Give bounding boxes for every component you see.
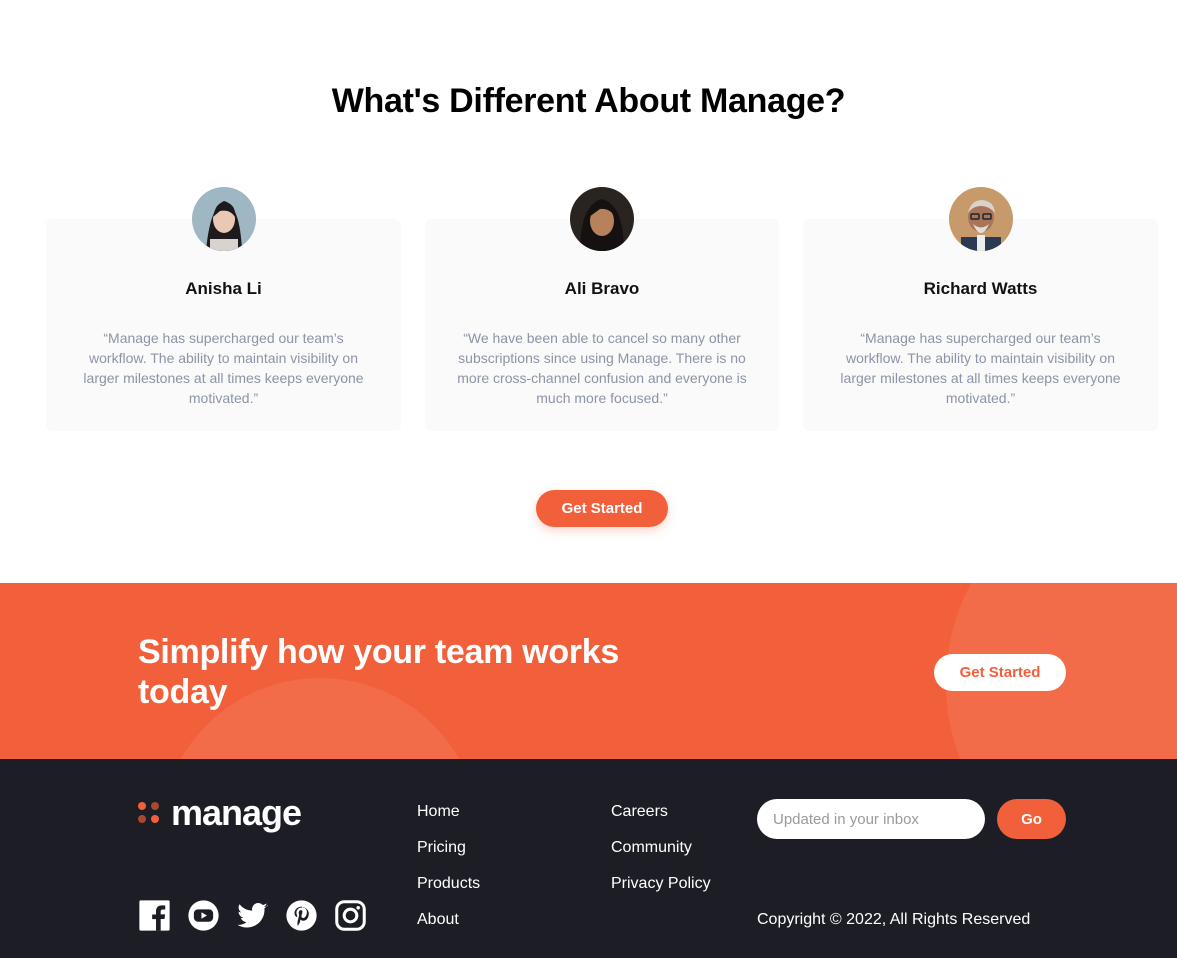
testimonial-name: Anisha Li — [185, 279, 262, 298]
footer-link-products[interactable]: Products — [417, 875, 480, 911]
facebook-icon[interactable] — [138, 899, 171, 932]
cta-get-started-button[interactable]: Get Started — [934, 654, 1066, 691]
testimonial-quote: “Manage has supercharged our team’s work… — [83, 330, 364, 406]
footer-link-about[interactable]: About — [417, 911, 480, 947]
testimonials: Anisha Li “Manage has supercharged our t… — [46, 187, 1158, 431]
cta-banner: Simplify how your team works today Get S… — [0, 583, 1177, 759]
cta-title: Simplify how your team works today — [138, 633, 619, 711]
newsletter-go-button[interactable]: Go — [997, 799, 1066, 839]
footer-link-pricing[interactable]: Pricing — [417, 839, 480, 875]
pinterest-icon[interactable] — [285, 899, 318, 932]
footer-link-privacy-policy[interactable]: Privacy Policy — [611, 875, 711, 911]
logo-mark-icon — [138, 802, 160, 824]
youtube-icon[interactable] — [187, 899, 220, 932]
testimonial-card: Anisha Li “Manage has supercharged our t… — [46, 187, 401, 431]
testimonial-card: Ali Bravo “We have been able to cancel s… — [425, 187, 779, 431]
avatar — [191, 187, 256, 251]
footer-link-community[interactable]: Community — [611, 839, 711, 875]
logo-text: manage — [171, 792, 302, 833]
footer-link-home[interactable]: Home — [417, 803, 480, 839]
avatar — [948, 187, 1013, 251]
testimonial-quote: “Manage has supercharged our team’s work… — [840, 330, 1121, 406]
twitter-icon[interactable] — [236, 899, 269, 932]
testimonial-quote: “We have been able to cancel so many oth… — [457, 330, 747, 406]
testimonial-card: Richard Watts “Manage has supercharged o… — [803, 187, 1158, 431]
get-started-button[interactable]: Get Started — [536, 490, 668, 527]
section-title: What's Different About Manage? — [331, 82, 846, 120]
testimonial-name: Ali Bravo — [564, 279, 640, 298]
social-links — [138, 899, 367, 932]
footer-links-primary: Home Pricing Products About — [417, 803, 480, 947]
newsletter-email-input[interactable] — [757, 799, 985, 839]
instagram-icon[interactable] — [334, 899, 367, 932]
avatar — [570, 187, 634, 251]
footer: manage Home Pricing Products About Caree… — [0, 759, 1177, 958]
footer-links-secondary: Careers Community Privacy Policy — [611, 803, 711, 911]
logo[interactable]: manage — [138, 792, 302, 833]
testimonial-name: Richard Watts — [923, 279, 1038, 298]
copyright-text: Copyright © 2022, All Rights Reserved — [757, 911, 1031, 928]
footer-link-careers[interactable]: Careers — [611, 803, 711, 839]
